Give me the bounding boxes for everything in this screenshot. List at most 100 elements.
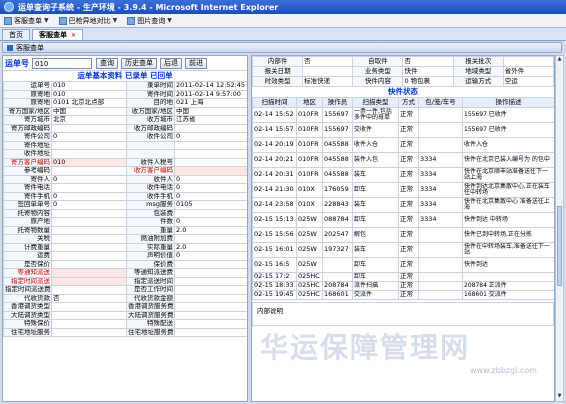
tracking-row[interactable]: 02-15 15:56 025W 202547 解包 正常 快件已到中转场,正在分拣 xyxy=(252,227,554,243)
tracking-cell: 02-15 19:45 xyxy=(252,290,297,300)
tracking-row[interactable]: 02-14 15:52 010FR 155697 一票一件,包括多件中的母单 正常 155… xyxy=(252,107,554,123)
field-value: 2011-02-14 9:57:00 xyxy=(174,89,247,99)
field-label: 托寄物内容 xyxy=(3,208,52,218)
attribute-row: 报关日期 业务类型 快件 地域类型 省外件 xyxy=(252,66,554,77)
field-value xyxy=(51,140,127,150)
attribute-label: 时效类型 xyxy=(252,76,304,87)
basic-info-row: 寄件手机 0 收件手机 0 xyxy=(3,191,247,201)
waybill-basic-panel: 运单号 010 查询 历史查单 后退 前进 运单基本资料 已录单 已回单 运单号… xyxy=(2,55,248,402)
tracking-column-header: 操作描述 xyxy=(462,97,554,108)
tracking-cell xyxy=(418,257,463,273)
attribute-label: 运输方式 xyxy=(452,76,504,87)
tracking-row[interactable]: 02-14 21:30 010X 176059 卸车 正常 3334 快件到达北京集散中心,… xyxy=(252,182,554,198)
menu-scanner-compare[interactable]: 巴枪异地对比 ▼ xyxy=(58,16,117,26)
field-label: 运费 xyxy=(3,251,52,261)
basic-info-row: 等通知派送 等通知派送费 xyxy=(3,268,247,278)
tracking-cell xyxy=(418,290,463,300)
tracking-cell: 045588 xyxy=(322,167,353,183)
tracking-cell: 3334 xyxy=(418,167,463,183)
tracking-cell: 02-15 18:33 xyxy=(252,281,297,291)
image-icon xyxy=(127,16,136,25)
field-value: 2.0 xyxy=(174,242,247,252)
field-label: 燃油附加费 xyxy=(126,234,175,244)
tracking-cell: 045588 xyxy=(322,152,353,168)
menu-customer-query[interactable]: 客服查单 ▼ xyxy=(4,16,49,26)
field-value xyxy=(51,310,127,320)
field-label: 收方客户编码 xyxy=(126,166,175,176)
tracking-row[interactable]: 02-14 20:19 010FR 045588 收件入仓 正常 收件入仓 xyxy=(252,137,554,153)
field-label: 指定时间派送 xyxy=(3,276,52,286)
field-value xyxy=(51,251,127,261)
tab-customer-query[interactable]: 客服查单 ✕ xyxy=(32,29,84,40)
internal-notes[interactable]: 内部说明 xyxy=(252,302,554,326)
field-value xyxy=(174,276,247,286)
back-button[interactable]: 后退 xyxy=(160,57,182,69)
field-value xyxy=(174,149,247,159)
field-label: 寄件公司 xyxy=(3,132,52,142)
tracking-row[interactable]: 02-14 20:31 010FR 045588 装车 正常 3334 快件在北京顺丰站准备… xyxy=(252,167,554,183)
field-label: 代收货款金额 xyxy=(126,293,175,303)
forward-button[interactable]: 前进 xyxy=(185,57,207,69)
tracking-row[interactable]: 02-14 20:21 010FR 045588 装件入包 正常 3334 快件在北京已装入… xyxy=(252,152,554,168)
field-label: 录单时间 xyxy=(126,81,175,91)
attribute-value: 否 xyxy=(302,56,354,67)
attribute-label: 自取件 xyxy=(352,56,404,67)
attribute-label: 业务类型 xyxy=(352,66,404,77)
tracking-row[interactable]: 02-15 18:33 025HC 208784 派件扫描 正常 208784 正派件 xyxy=(252,281,554,291)
tracking-row[interactable]: 02-14 23:58 010X 228843 装车 正常 3334 快件在北京集散中心 准… xyxy=(252,197,554,213)
window-titlebar: 运单查询子系统 - 生产环境 - 3.9.4 - Microsoft Inter… xyxy=(0,0,566,14)
field-label: 原产地 xyxy=(3,217,52,227)
field-value: 0 xyxy=(174,217,247,227)
basic-info-row: 寄方客户编码 010 收件人税号 xyxy=(3,157,247,167)
scroll-up-icon[interactable]: ▲ xyxy=(556,56,563,64)
field-value xyxy=(174,208,247,218)
tracking-cell: 收件入仓 xyxy=(462,137,554,153)
menu-image-query[interactable]: 图片查询 ▼ xyxy=(127,16,172,26)
attribute-value: 标准快递 xyxy=(302,76,354,87)
field-label: 香港调货服务费 xyxy=(126,302,175,312)
waybill-number-input[interactable]: 010 xyxy=(32,57,92,69)
field-label: 重量 xyxy=(126,225,175,235)
vertical-scrollbar[interactable]: ▲ ▼ xyxy=(555,55,564,402)
tracking-cell: 010FR xyxy=(296,167,323,183)
tracking-cell xyxy=(462,272,554,282)
tracking-row[interactable]: 02-15 15:13 025W 088784 卸车 正常 3334 快件到达 中转场 xyxy=(252,212,554,228)
tracking-row[interactable]: 02-15 19:45 025HC 168601 交派件 正常 168601 交派件 xyxy=(252,290,554,300)
tracking-cell: 3334 xyxy=(418,212,463,228)
attribute-value: 否 xyxy=(402,56,454,67)
field-value xyxy=(174,259,247,269)
field-label: 大陆调货类型 xyxy=(3,310,52,320)
tracking-cell: 02-15 17:2 xyxy=(252,272,297,282)
tracking-column-header: 操作员 xyxy=(322,97,353,108)
field-value: 0101 北京北点部 xyxy=(51,98,127,108)
tracking-cell: 02-15 15:56 xyxy=(252,227,297,243)
field-label: 住宅地址服务费 xyxy=(126,327,175,337)
scroll-thumb[interactable] xyxy=(557,206,562,286)
field-label: 代收货款 xyxy=(3,293,52,303)
field-value: 021 上海 xyxy=(174,98,247,108)
tracking-cell: 正常 xyxy=(398,212,419,228)
tracking-column-header: 扫描类型 xyxy=(352,97,399,108)
tracking-cell: 快件在北京已装入编号为 的包中 xyxy=(462,152,554,168)
tracking-row[interactable]: 02-14 15:57 010FR 155697 交收件 正常 155697 已收件 xyxy=(252,122,554,138)
history-query-button[interactable]: 历史查单 xyxy=(121,57,157,69)
chevron-down-icon: ▼ xyxy=(44,17,49,24)
field-value xyxy=(51,149,127,159)
tracking-row[interactable]: 02-15 16:5 025W 卸车 正常 快件到达 xyxy=(252,257,554,273)
field-value: 0 xyxy=(51,200,127,210)
field-value: 中国 xyxy=(51,106,127,116)
tracking-row[interactable]: 02-15 17:2 025HC 卸车 正常 xyxy=(252,272,554,282)
field-value: 江苏省 xyxy=(174,115,247,125)
basic-info-row: 寄方国家/地区 中国 收方国家/地区 中国 xyxy=(3,106,247,116)
scroll-down-icon[interactable]: ▼ xyxy=(556,393,563,401)
close-icon[interactable]: ✕ xyxy=(71,32,76,39)
field-label: 原寄地 xyxy=(3,98,52,108)
query-button[interactable]: 查询 xyxy=(96,57,118,69)
waybill-number-label: 运单号 xyxy=(5,58,29,68)
tab-home[interactable]: 首页 xyxy=(2,29,30,40)
tracking-row[interactable]: 02-15 16:01 025W 197327 装车 正常 快件在中转场装车,准备送往下一… xyxy=(252,242,554,258)
field-value xyxy=(51,259,127,269)
tracking-cell: 010FR xyxy=(296,152,323,168)
chevron-down-icon: ▼ xyxy=(167,17,172,24)
tracking-cell: 025W xyxy=(296,212,323,228)
